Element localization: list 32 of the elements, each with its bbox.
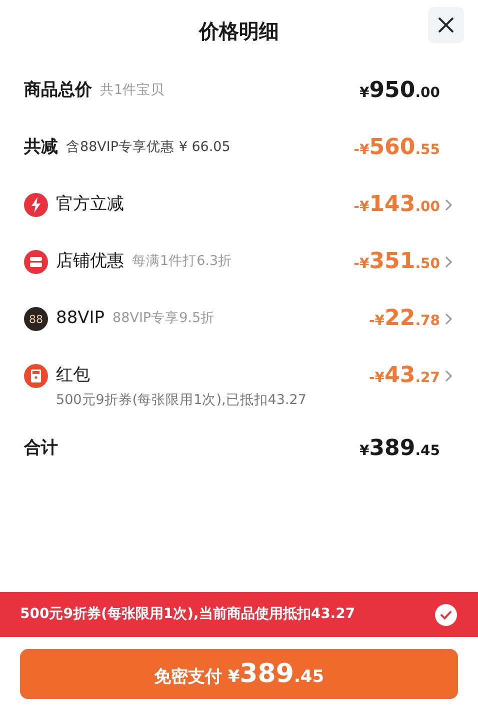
amount: -¥43.27 — [369, 362, 440, 390]
envelope-icon — [24, 364, 48, 388]
row-note: 每满1件打6.3折 — [132, 252, 232, 272]
row-note: 含88VIP专享优惠 ¥ 66.05 — [66, 138, 230, 158]
row-label: 88VIP — [56, 306, 105, 330]
sheet-title: 价格明细 — [199, 18, 279, 45]
amount: -¥22.78 — [369, 305, 440, 333]
close-button[interactable] — [428, 7, 464, 43]
row-label: 店铺优惠 — [56, 250, 124, 273]
row-label: 共减 — [24, 136, 58, 159]
store-icon — [24, 250, 48, 274]
coupon-text: 500元9折券(每张限用1次),当前商品使用抵扣43.27 — [20, 604, 356, 624]
amount: -¥560.55 — [354, 134, 440, 162]
row-note: 共1件宝贝 — [100, 81, 165, 100]
amount: ¥950.00 — [360, 77, 440, 105]
row-note: 88VIP专享9.5折 — [112, 309, 215, 328]
vip-badge-icon: 88 — [24, 306, 48, 330]
chevron-icon — [444, 312, 454, 324]
chevron-icon — [444, 370, 454, 382]
lightning-icon — [24, 192, 48, 216]
chevron-icon — [444, 256, 454, 268]
chevron-icon — [444, 198, 454, 210]
row-label: 商品总价 — [24, 78, 92, 102]
row-label: 合计 — [24, 437, 58, 460]
row-label: 官方立减 — [56, 192, 124, 216]
check-icon[interactable] — [434, 602, 458, 626]
amount: -¥351.50 — [354, 248, 440, 276]
row-label: 红包 — [56, 364, 90, 387]
amount: ¥389.45 — [360, 435, 440, 464]
amount: -¥143.00 — [354, 191, 440, 219]
pay-button[interactable]: 免密支付 ¥389.45 — [20, 649, 458, 699]
coupon-note: 500元9折券(每张限用1次),已抵扣43.27 — [55, 391, 308, 410]
